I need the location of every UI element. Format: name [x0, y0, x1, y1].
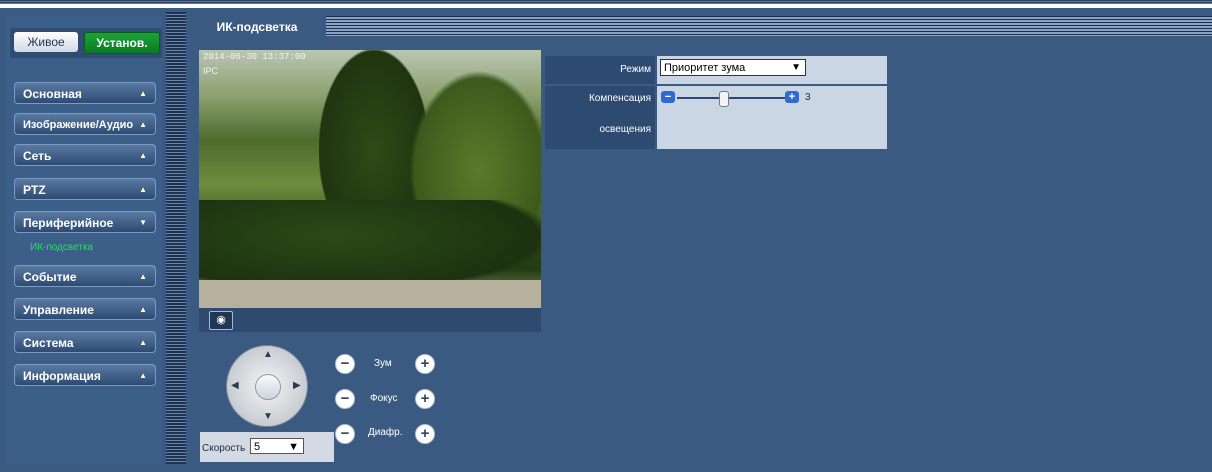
sidebar-item-label: Периферийное: [23, 216, 114, 230]
tab-ir-light[interactable]: ИК-подсветка: [190, 16, 324, 36]
mode-select[interactable]: Приоритет зума ▼: [660, 59, 806, 76]
compensation-slider-thumb[interactable]: [719, 91, 729, 107]
live-button[interactable]: Живое: [14, 32, 78, 52]
chevron-up-icon: ▲: [139, 338, 147, 347]
sidebar-item-basic[interactable]: Основная ▲: [14, 82, 156, 104]
zoom-plus-button[interactable]: +: [415, 354, 435, 374]
slider-plus-button[interactable]: +: [785, 91, 799, 103]
mode-label: Режим: [545, 56, 655, 84]
sidebar-item-event[interactable]: Событие ▲: [14, 265, 156, 287]
sidebar-subitem-ir[interactable]: ИК-подсветка: [30, 242, 93, 253]
focus-minus-button[interactable]: −: [335, 389, 355, 409]
sidebar-item-label: Информация: [23, 369, 101, 383]
sidebar-item-label: Событие: [23, 270, 77, 284]
osd-channel-name: IPC: [203, 66, 219, 76]
arrow-down-icon[interactable]: ▼: [263, 411, 273, 422]
compensation-slider-track[interactable]: [677, 97, 785, 99]
speed-control: Скорость 5 ▼: [200, 432, 334, 462]
focus-plus-button[interactable]: +: [415, 389, 435, 409]
sidebar-item-label: Изображение/Аудио: [23, 119, 134, 131]
video-scene: [199, 200, 541, 290]
mode-value: Приоритет зума: [664, 62, 746, 74]
chevron-up-icon: ▲: [139, 305, 147, 314]
ptz-center-button[interactable]: [255, 374, 281, 400]
video-scene: [199, 280, 541, 308]
sidebar-item-label: Сеть: [23, 149, 52, 163]
arrow-right-icon[interactable]: ▶: [293, 380, 301, 391]
chevron-down-icon: ▼: [288, 441, 299, 453]
camera-icon[interactable]: ◉: [209, 311, 233, 330]
sidebar-item-network[interactable]: Сеть ▲: [14, 144, 156, 166]
speed-label: Скорость: [202, 443, 246, 454]
zoom-minus-button[interactable]: −: [335, 354, 355, 374]
chevron-up-icon: ▲: [139, 272, 147, 281]
compensation-label: Компенсация освещения: [545, 86, 655, 149]
video-toolbar: ◉: [199, 308, 541, 332]
sidebar-item-management[interactable]: Управление ▲: [14, 298, 156, 320]
mode-row: Приоритет зума ▼: [657, 56, 887, 84]
arrow-up-icon[interactable]: ▲: [263, 349, 273, 360]
mode-switch: Живое Установ.: [10, 28, 162, 58]
sidebar-item-ptz[interactable]: PTZ ▲: [14, 178, 156, 200]
compensation-value: 3: [805, 92, 811, 103]
compensation-label-line1: Компенсация: [588, 93, 651, 104]
sidebar-item-image-audio[interactable]: Изображение/Аудио ▲: [14, 113, 156, 135]
chevron-up-icon: ▲: [139, 151, 147, 160]
top-strip: [0, 0, 1212, 4]
compensation-label-line2: освещения: [599, 124, 651, 135]
sidebar-divider: [166, 12, 186, 464]
sidebar-item-system[interactable]: Система ▲: [14, 331, 156, 353]
iris-minus-button[interactable]: −: [335, 424, 355, 444]
osd-datetime: 2014-06-30 13:37:00: [203, 52, 306, 62]
compensation-row: − + 3: [657, 86, 887, 149]
chevron-up-icon: ▲: [139, 185, 147, 194]
ir-settings-panel: Режим Приоритет зума ▼ Компенсация освещ…: [545, 56, 887, 149]
sidebar-item-info[interactable]: Информация ▲: [14, 364, 156, 386]
ptz-direction-pad[interactable]: ▲ ▼ ◀ ▶: [226, 345, 308, 427]
video-preview: 2014-06-30 13:37:00 IPC: [199, 50, 541, 308]
zoom-label: Зум: [374, 358, 392, 369]
chevron-up-icon: ▲: [139, 89, 147, 98]
sidebar-item-label: Система: [23, 336, 74, 350]
chevron-up-icon: ▲: [139, 371, 147, 380]
arrow-left-icon[interactable]: ◀: [231, 380, 239, 391]
sidebar-item-label: Управление: [23, 303, 94, 317]
chevron-down-icon: ▼: [791, 62, 801, 73]
setup-button[interactable]: Установ.: [84, 32, 160, 54]
iris-label: Диафр.: [368, 427, 403, 438]
chevron-down-icon: ▼: [139, 218, 147, 227]
speed-select[interactable]: 5 ▼: [250, 438, 304, 454]
sidebar-item-label: Основная: [23, 87, 82, 101]
focus-label: Фокус: [370, 393, 398, 404]
sidebar-item-label: PTZ: [23, 183, 46, 197]
speed-value: 5: [254, 441, 261, 453]
sidebar-item-peripheral[interactable]: Периферийное ▼: [14, 211, 156, 233]
chevron-up-icon: ▲: [139, 120, 147, 129]
iris-plus-button[interactable]: +: [415, 424, 435, 444]
slider-minus-button[interactable]: −: [661, 91, 675, 103]
tab-bar-fill: [326, 16, 1212, 36]
